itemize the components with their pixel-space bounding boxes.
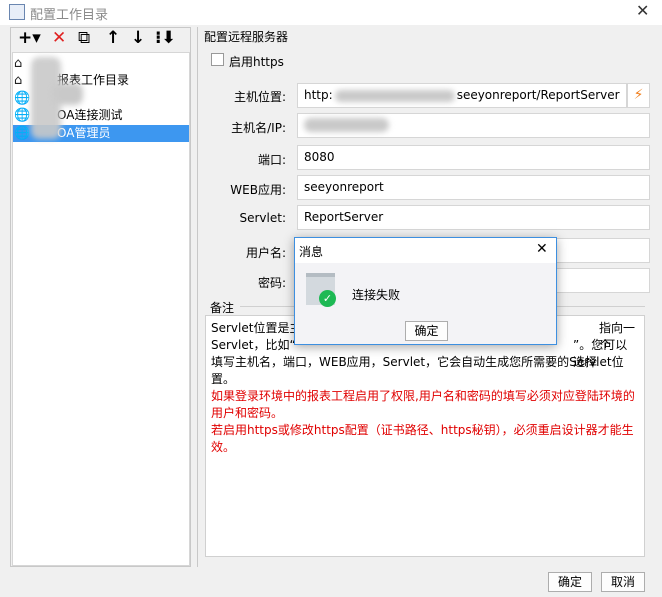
check-icon: ✓	[319, 290, 336, 307]
move-up-button[interactable]: ↑	[106, 28, 120, 48]
delete-button[interactable]: ✕	[52, 28, 66, 48]
add-button[interactable]: +▾	[18, 28, 41, 48]
window-title: 配置工作目录	[30, 8, 109, 23]
ok-button[interactable]: 确定	[548, 572, 592, 592]
cancel-button[interactable]: 取消	[601, 572, 645, 592]
sort-button[interactable]: ⁝⬇	[155, 28, 176, 48]
servlet-input[interactable]: ReportServer	[297, 205, 650, 230]
dialog-close-icon[interactable]: ✕	[536, 241, 548, 257]
remark-text: Servlet位置是主 指向一个 Servlet，比如“ ”。您可以选择 填写主机名…	[205, 315, 645, 557]
message-dialog: 消息 ✕ ✓ 连接失败 确定	[294, 237, 557, 345]
dialog-ok-button[interactable]: 确定	[405, 321, 448, 341]
globe-icon: 🌐	[14, 91, 31, 106]
dialog-title-bar	[295, 238, 556, 263]
window-close-icon[interactable]: ✕	[636, 1, 649, 20]
host-label: 主机位置:	[233, 90, 286, 104]
globe-icon: 🌐	[14, 108, 31, 123]
directory-tree: ⌂ ⌂ 报表工作目录 🌐 🌐 OA连接测试 🌐 OA管理员	[12, 52, 190, 566]
dialog-title: 消息	[299, 245, 324, 259]
java-app-icon	[9, 4, 25, 20]
ip-input[interactable]	[297, 113, 650, 138]
web-app-input[interactable]: seeyonreport	[297, 175, 650, 200]
remark-title: 备注	[210, 301, 235, 315]
home-icon: ⌂	[14, 73, 23, 88]
https-label: 启用https	[229, 55, 284, 69]
web-label: WEB应用:	[230, 183, 286, 197]
home-icon: ⌂	[14, 56, 23, 71]
copy-button[interactable]: ⧉	[78, 28, 90, 48]
host-input[interactable]: http: seeyonreport/ReportServer	[297, 83, 627, 108]
group-title: 配置远程服务器	[204, 30, 289, 44]
redacted-blur	[53, 83, 83, 105]
test-connection-icon[interactable]: ⚡	[627, 83, 650, 108]
username-label: 用户名:	[245, 246, 286, 260]
port-input[interactable]: 8080	[297, 145, 650, 170]
servlet-label: Servlet:	[239, 211, 287, 225]
dialog-message: 连接失败	[352, 288, 401, 302]
move-down-button[interactable]: ↓	[131, 28, 145, 48]
ip-label: 主机名/IP:	[231, 121, 286, 135]
globe-icon: 🌐	[14, 126, 31, 141]
info-document-icon: ✓	[306, 273, 336, 307]
password-label: 密码:	[257, 276, 286, 290]
https-checkbox[interactable]	[211, 53, 224, 66]
port-label: 端口:	[257, 153, 286, 167]
